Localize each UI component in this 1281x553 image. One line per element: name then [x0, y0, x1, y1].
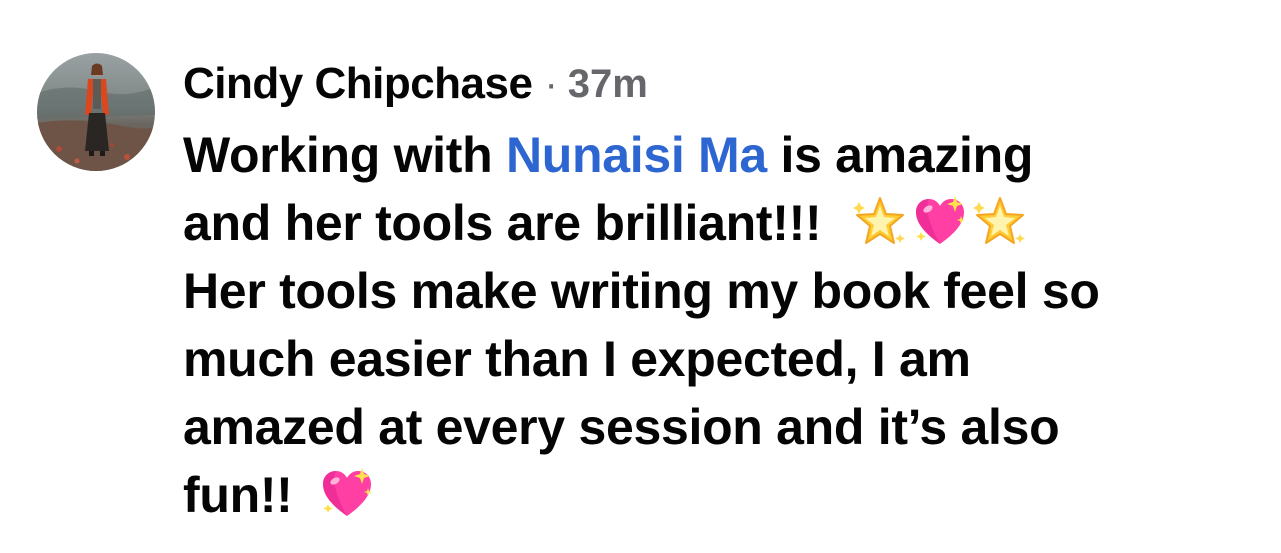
text-segment: fun!!	[183, 467, 293, 523]
text-segment: is amazing	[766, 127, 1034, 183]
comment-line-1: Working with Nunaisi Ma is amazing	[183, 121, 1263, 189]
comment-line-6: fun!!	[183, 461, 1263, 529]
comment-line-3: Her tools make writing my book feel so	[183, 263, 1100, 319]
text-segment: Working with	[183, 127, 506, 183]
comment-line-4: much easier than I expected, I am	[183, 331, 971, 387]
glowing-star-icon	[852, 194, 907, 248]
sparkling-heart-icon	[320, 466, 374, 520]
comment-line-5: amazed at every session and it’s also	[183, 399, 1060, 455]
comment-line-2: and her tools are brilliant!!!	[183, 189, 1263, 257]
comment-header: Cindy Chipchase · 37m	[183, 54, 648, 114]
comment-body: Working with Nunaisi Ma is amazing and h…	[183, 121, 1263, 529]
author-avatar[interactable]	[37, 53, 155, 171]
comment-timestamp[interactable]: 37m	[568, 62, 648, 107]
author-name[interactable]: Cindy Chipchase	[183, 59, 533, 109]
text-segment: and her tools are brilliant!!!	[183, 195, 822, 251]
separator-dot: ·	[544, 61, 558, 106]
sparkling-heart-icon	[913, 194, 967, 248]
glowing-star-icon	[972, 194, 1027, 248]
profile-photo-avatar	[37, 53, 155, 171]
mention-link[interactable]: Nunaisi Ma	[506, 127, 767, 183]
comment: Cindy Chipchase · 37m Working with Nunai…	[0, 0, 1281, 553]
